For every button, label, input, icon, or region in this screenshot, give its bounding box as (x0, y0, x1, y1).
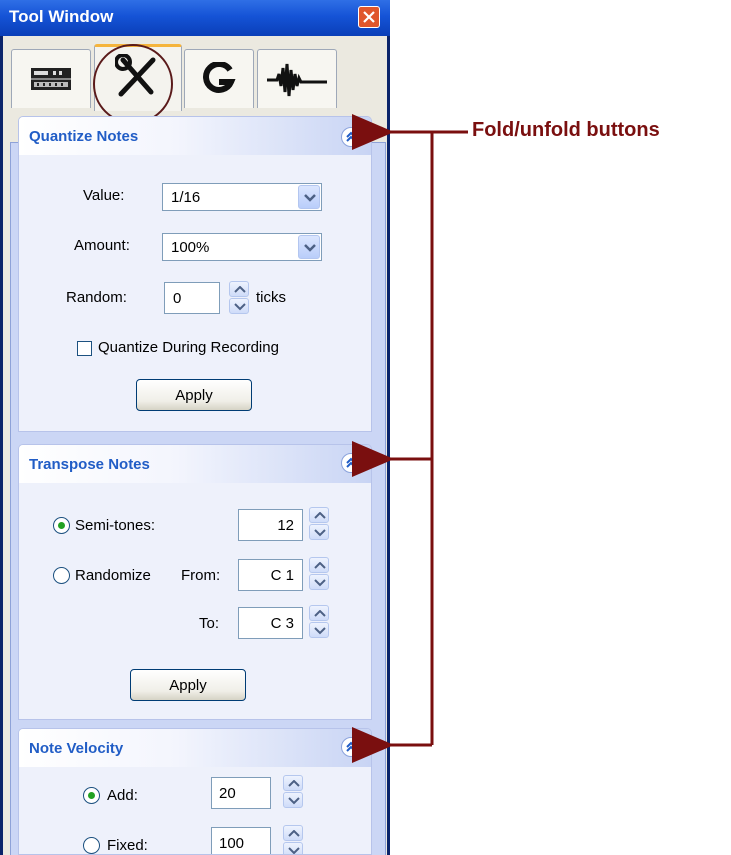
callout-label: Fold/unfold buttons (472, 119, 660, 141)
